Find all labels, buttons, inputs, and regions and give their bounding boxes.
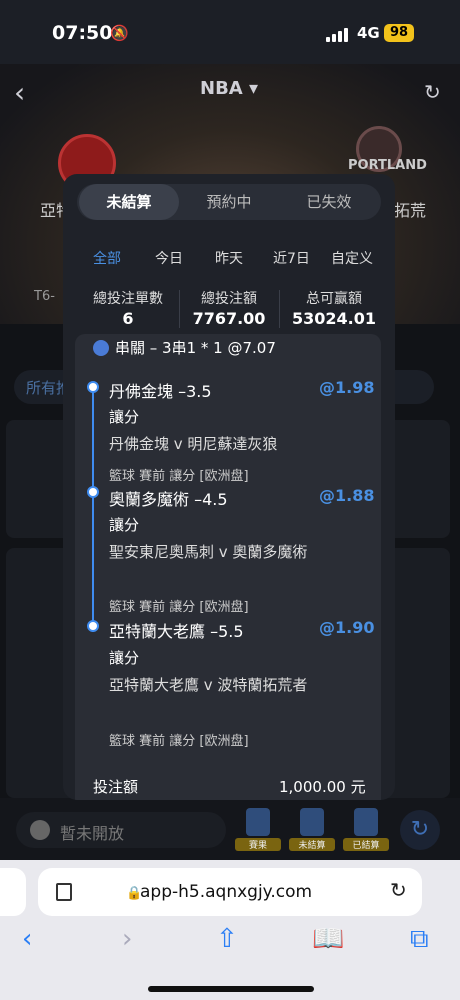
bookmarks-icon[interactable]: 📖 (312, 924, 344, 954)
stat-value-amount: 7767.00 (192, 309, 266, 328)
leg-title: 丹佛金塊 –3.5 (109, 382, 212, 401)
leg-odds: @1.98 (319, 378, 375, 397)
leg-odds: @1.88 (319, 486, 375, 505)
clipboard-icon (246, 808, 270, 836)
bell-slash-icon: 🔕 (110, 24, 129, 42)
tab-unsettled[interactable]: 未結算 (79, 184, 179, 220)
team-right-logo-text: PORTLAND (348, 158, 427, 173)
parlay-bet-card: 串關 – 3串1 * 1 @7.07 丹佛金塊 –3.5 @1.98 讓分 丹佛… (75, 334, 381, 800)
clipboard-icon (354, 808, 378, 836)
leg-odds: @1.90 (319, 618, 375, 637)
filter-custom[interactable]: 自定义 (331, 248, 373, 268)
date-filters: 全部 今日 昨天 近7日 自定义 (63, 244, 395, 272)
leg-title: 亞特蘭大老鷹 –5.5 (109, 622, 244, 641)
tab-overview-icon[interactable] (56, 883, 72, 901)
status-time: 07:50 (52, 22, 113, 44)
leg-match: 亞特蘭大老鷹 v 波特蘭拓荒者 (109, 676, 308, 694)
leg-meta: 籃球 賽前 讓分 [欧洲盘] (109, 600, 249, 615)
unsettled-button[interactable]: 未結算 (289, 808, 335, 852)
status-bar: 07:50 🔕 4G 98 (0, 0, 460, 64)
filter-today[interactable]: 今日 (155, 248, 183, 268)
home-indicator (148, 986, 314, 992)
filter-all[interactable]: 全部 (93, 248, 121, 268)
network-type: 4G (357, 24, 380, 42)
stat-label-count: 總投注單數 (93, 291, 163, 307)
timeline-dot (87, 620, 99, 632)
stat-value-winnable: 53024.01 (291, 309, 376, 328)
timeline-dot (87, 381, 99, 393)
reload-icon[interactable]: ↻ (390, 878, 407, 902)
back-chevron-icon[interactable]: ‹ (14, 76, 25, 109)
url-text[interactable]: app-h5.aqnxgjy.com (140, 882, 312, 902)
results-label: 賽果 (235, 838, 281, 851)
timeline-dot (87, 486, 99, 498)
tabs-icon[interactable]: ⧉ (410, 924, 429, 955)
stake-value: 1,000.00 元 (279, 778, 366, 796)
previous-tab-edge[interactable] (0, 868, 26, 916)
refresh-icon[interactable]: ↻ (424, 80, 441, 104)
leg-type: 讓分 (109, 516, 140, 534)
league-selector[interactable]: NBA ▾ (200, 78, 258, 99)
leg-match: 聖安東尼奧馬刺 v 奧蘭多魔術 (109, 543, 308, 561)
settled-label: 已結算 (343, 838, 389, 851)
clipboard-icon (300, 808, 324, 836)
share-icon[interactable]: ⇧ (216, 924, 238, 954)
forward-icon[interactable]: › (122, 924, 132, 954)
team-right-name: 拓荒 (394, 201, 427, 220)
filter-yesterday[interactable]: 昨天 (215, 248, 243, 268)
leg-type: 讓分 (109, 649, 140, 667)
signal-icon (326, 26, 350, 42)
bet-records-modal: 未結算 預約中 已失效 全部 今日 昨天 近7日 自定义 總投注單數 6 總投注… (63, 174, 395, 800)
browser-toolbar: 🔒 app-h5.aqnxgjy.com ↻ ‹ › ⇧ 📖 ⧉ (0, 860, 460, 1000)
leg-meta: 籃球 賽前 讓分 [欧洲盘] (109, 734, 249, 749)
leg-meta: 籃球 賽前 讓分 [欧洲盘] (109, 469, 249, 484)
stat-label-amount: 總投注額 (201, 291, 257, 307)
refresh-button[interactable]: ↻ (400, 810, 440, 850)
back-icon[interactable]: ‹ (22, 924, 32, 954)
stake-label: 投注額 (93, 778, 139, 796)
leg-title: 奧蘭多魔術 –4.5 (109, 490, 228, 509)
settled-button[interactable]: 已結算 (343, 808, 389, 852)
unsettled-label: 未結算 (289, 838, 335, 851)
screen: 07:50 🔕 4G 98 ‹ NBA ▾ ↻ PORTLAND 亞特 拓荒 T… (0, 0, 460, 1000)
closed-label: 暫未開放 (60, 824, 125, 843)
filter-7days[interactable]: 近7日 (273, 248, 310, 268)
chat-bubble-icon (30, 820, 50, 840)
timeline-line (92, 386, 94, 632)
banner-tag: T6- (34, 289, 55, 304)
tab-invalid[interactable]: 已失效 (279, 184, 379, 220)
tab-reserved[interactable]: 預約中 (179, 184, 279, 220)
stat-label-winnable: 总可赢額 (306, 291, 362, 307)
results-button[interactable]: 賽果 (235, 808, 281, 852)
battery-indicator: 98 (384, 24, 414, 42)
stat-value-count: 6 (122, 309, 134, 328)
parlay-title: 串關 – 3串1 * 1 @7.07 (115, 339, 276, 357)
address-bar[interactable]: 🔒 app-h5.aqnxgjy.com ↻ (38, 868, 422, 916)
status-tabs: 未結算 預約中 已失效 (77, 184, 381, 220)
parlay-icon (93, 340, 109, 356)
leg-type: 讓分 (109, 408, 140, 426)
leg-match: 丹佛金塊 v 明尼蘇達灰狼 (109, 435, 278, 453)
